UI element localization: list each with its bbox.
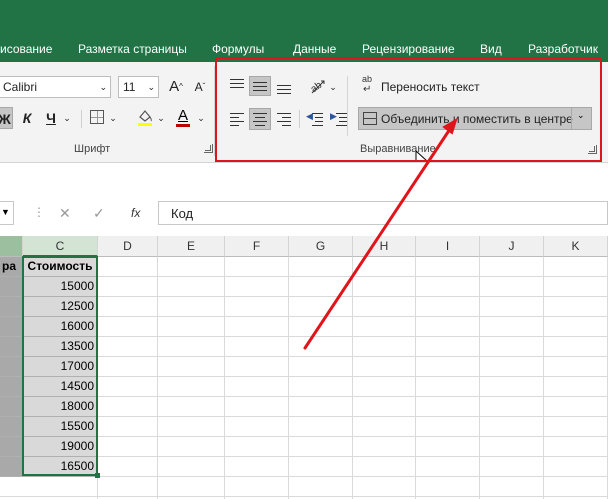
annotation-arrow xyxy=(303,117,458,350)
